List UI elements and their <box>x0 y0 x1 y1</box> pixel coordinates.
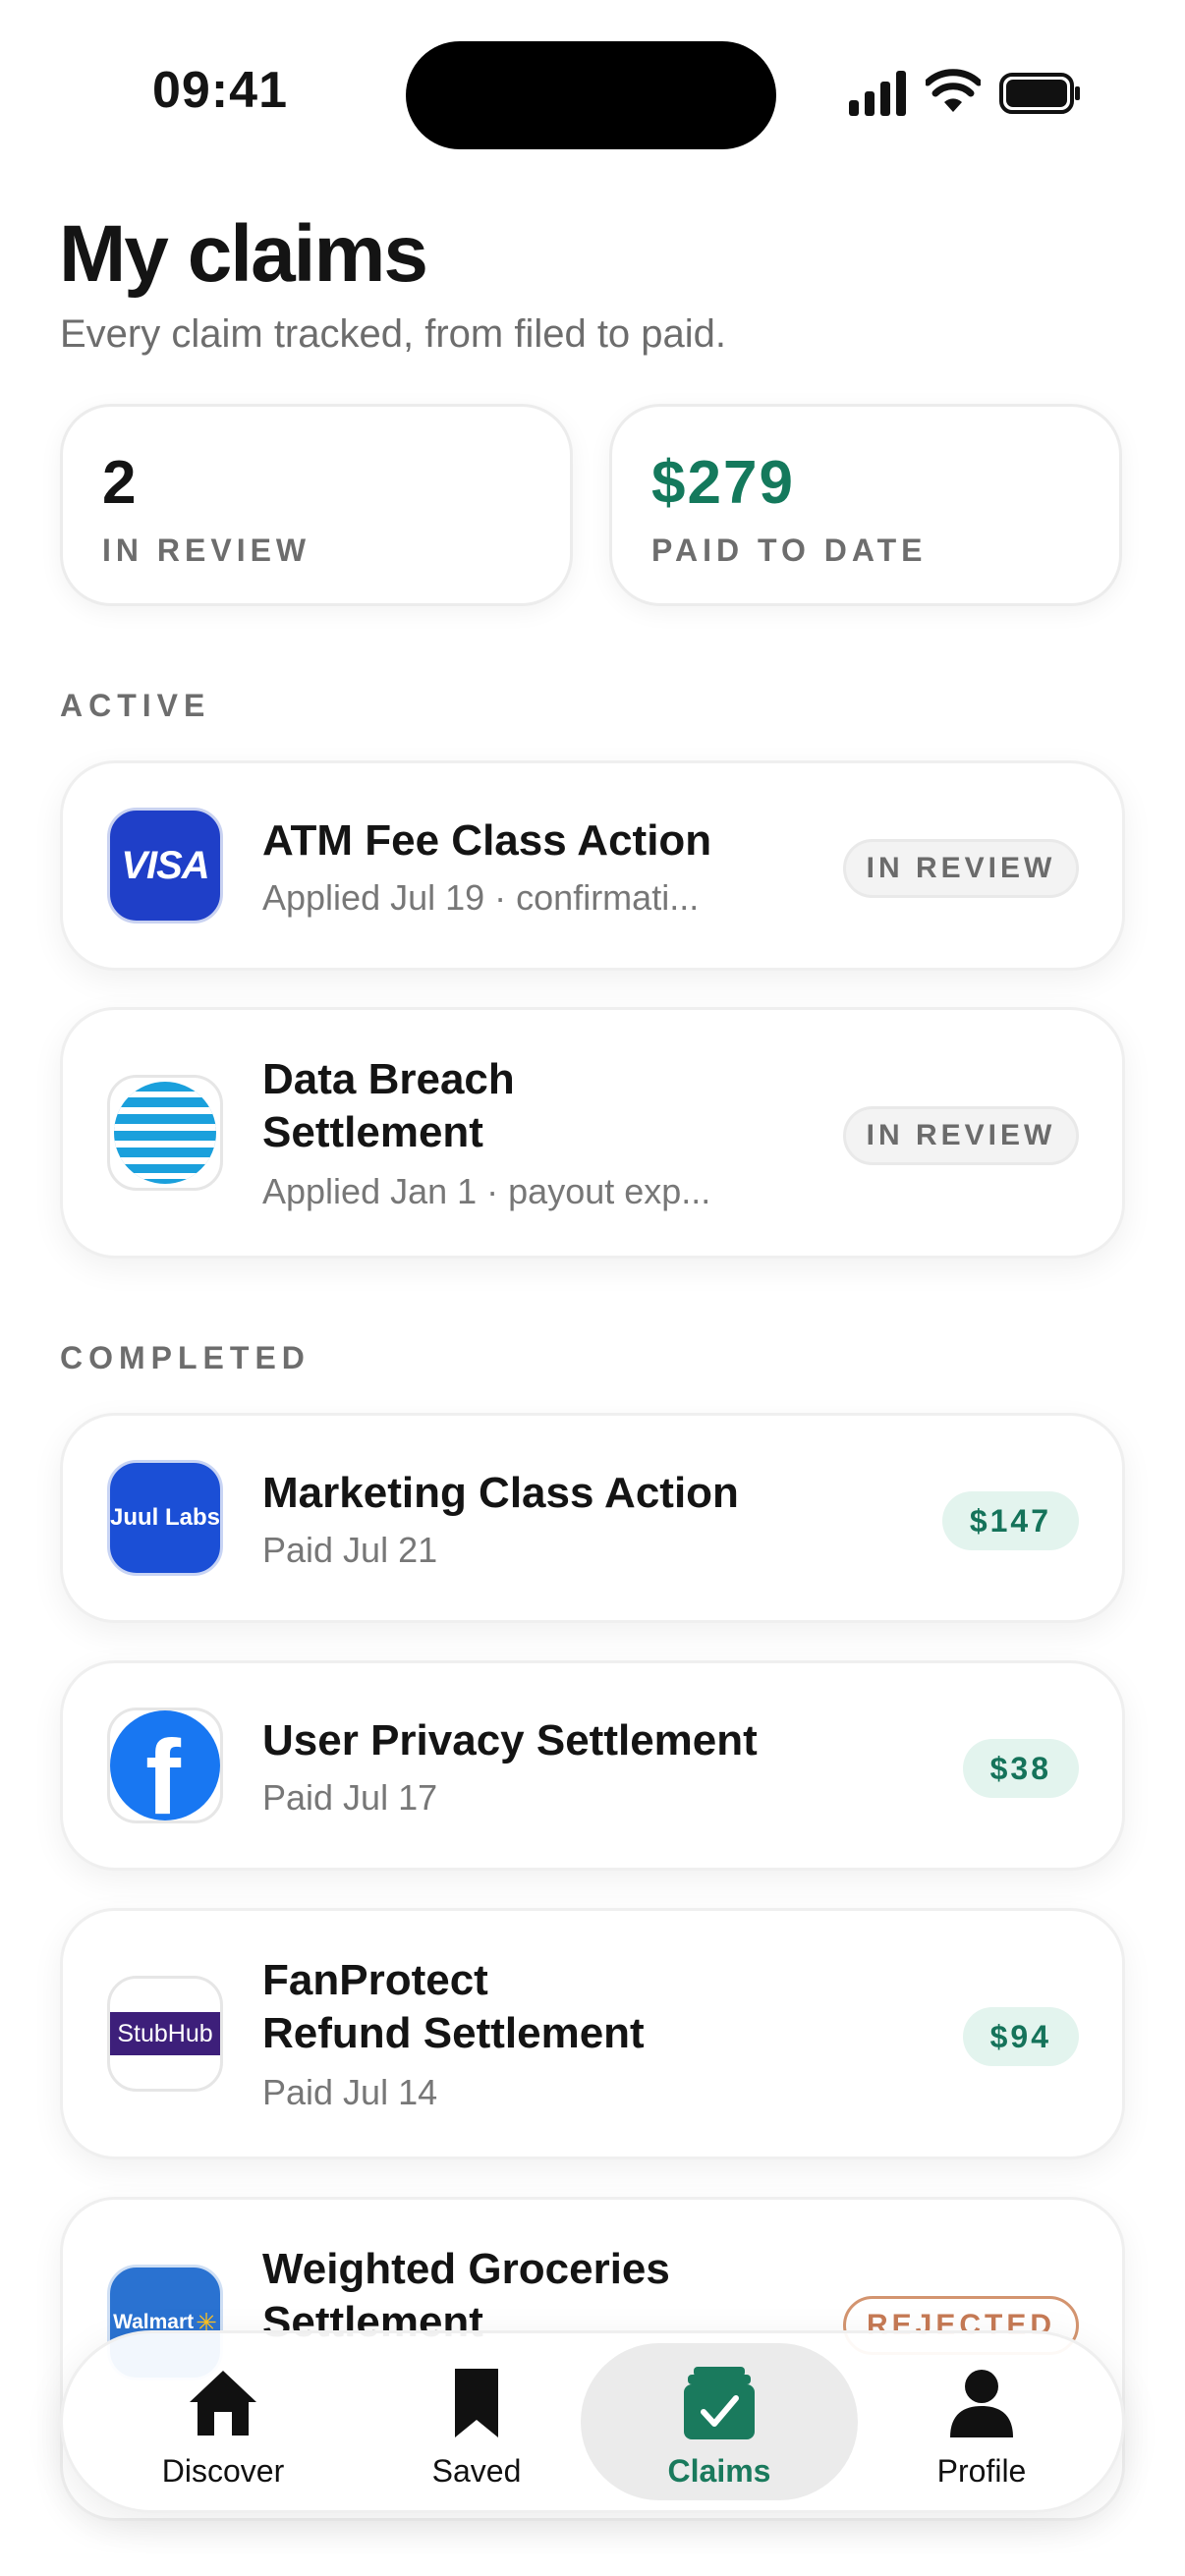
person-icon <box>950 2370 1013 2437</box>
tab-profile[interactable]: Profile <box>849 2333 1114 2516</box>
page-subtitle: Every claim tracked, from filed to paid. <box>60 312 727 356</box>
tab-discover[interactable]: Discover <box>90 2333 356 2516</box>
section-header-completed: COMPLETED <box>60 1340 310 1375</box>
claim-title: ATM Fee Class Action <box>262 816 712 865</box>
visa-logo-icon: VISA <box>107 808 223 924</box>
stat-label: PAID TO DATE <box>651 532 928 568</box>
claim-title: User Privacy Settlement <box>262 1716 758 1764</box>
battery-icon <box>999 73 1080 114</box>
tab-label: Discover <box>161 2453 285 2489</box>
stat-value: 2 <box>102 449 139 517</box>
claim-subtitle: Applied Jul 19 · confirmati... <box>262 877 700 918</box>
claim-subtitle: Paid Jul 17 <box>262 1777 438 1818</box>
stat-card-paid-to-date[interactable]: $279 PAID TO DATE <box>609 404 1122 606</box>
bookmark-icon <box>455 2369 498 2437</box>
att-logo-icon <box>107 1075 223 1191</box>
att-globe-icon <box>114 1082 216 1184</box>
payout-amount-badge: $38 <box>962 1739 1079 1798</box>
claims-check-icon <box>684 2367 755 2439</box>
home-icon <box>190 2371 256 2436</box>
tab-label: Saved <box>431 2453 522 2489</box>
stubhub-logo-icon: StubHub <box>107 1976 223 2092</box>
tab-label: Profile <box>936 2453 1027 2489</box>
status-badge: IN REVIEW <box>843 839 1079 898</box>
section-header-active: ACTIVE <box>60 688 211 723</box>
stat-value: $279 <box>651 449 795 517</box>
cellular-signal-icon <box>849 71 906 116</box>
status-time: 09:41 <box>152 62 288 119</box>
claim-card-data-breach[interactable]: Data Breach Settlement Applied Jan 1 · p… <box>60 1007 1125 1259</box>
claim-subtitle: Paid Jul 21 <box>262 1530 438 1570</box>
claim-subtitle: Applied Jan 1 · payout exp... <box>262 1171 711 1211</box>
claim-title: Data Breach Settlement <box>262 1055 515 1156</box>
juul-logo-icon: Juul Labs <box>107 1460 223 1576</box>
claim-card-atm-fee[interactable]: VISA ATM Fee Class Action Applied Jul 19… <box>60 760 1125 971</box>
tab-label: Claims <box>667 2453 771 2489</box>
claim-title: FanProtect Refund Settlement <box>262 1956 645 2057</box>
status-badge: IN REVIEW <box>843 1106 1079 1165</box>
tab-saved[interactable]: Saved <box>344 2333 609 2516</box>
claim-card-marketing[interactable]: Juul Labs Marketing Class Action Paid Ju… <box>60 1413 1125 1623</box>
stat-label: IN REVIEW <box>102 532 311 568</box>
wifi-icon <box>926 69 981 112</box>
payout-amount-badge: $94 <box>962 2007 1079 2066</box>
dynamic-island <box>406 41 776 149</box>
tab-claims[interactable]: Claims <box>581 2333 858 2516</box>
claim-subtitle: Paid Jul 14 <box>262 2072 438 2112</box>
page-title: My claims <box>59 209 428 299</box>
claim-card-user-privacy[interactable]: f User Privacy Settlement Paid Jul 17 $3… <box>60 1660 1125 1871</box>
claim-title: Marketing Class Action <box>262 1469 739 1517</box>
stat-card-in-review[interactable]: 2 IN REVIEW <box>60 404 573 606</box>
payout-amount-badge: $147 <box>941 1491 1079 1550</box>
tab-bar: Discover Saved Claims Profile <box>60 2330 1125 2513</box>
claim-card-fanprotect[interactable]: StubHub FanProtect Refund Settlement Pai… <box>60 1908 1125 2159</box>
facebook-logo-icon: f <box>107 1708 223 1823</box>
